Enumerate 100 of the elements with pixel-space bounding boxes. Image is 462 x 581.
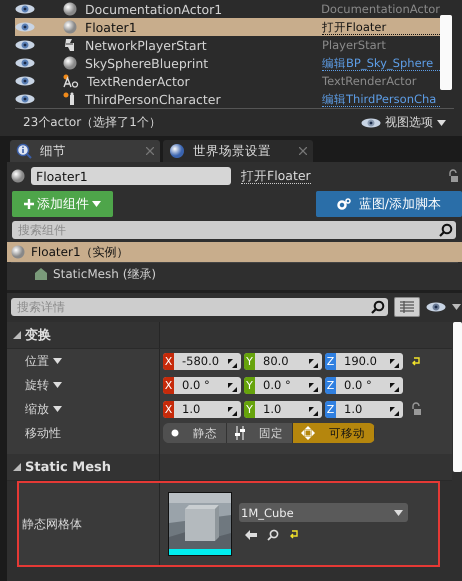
- house-icon: [35, 268, 47, 280]
- number-field[interactable]: Z 190.0: [325, 352, 403, 370]
- close-icon[interactable]: [146, 147, 154, 155]
- eye-icon[interactable]: [361, 118, 381, 128]
- drag-icon[interactable]: [390, 358, 399, 368]
- sphere-icon: [63, 2, 77, 16]
- search-icon[interactable]: [439, 223, 453, 237]
- drag-icon[interactable]: [309, 406, 318, 416]
- mobility-option[interactable]: 固定: [227, 423, 293, 443]
- info-icon: [16, 143, 32, 159]
- collapse-icon[interactable]: [13, 463, 21, 471]
- scrollbar[interactable]: [452, 322, 462, 472]
- search-icon[interactable]: [267, 529, 279, 541]
- actor-name: Floater1: [84, 20, 138, 34]
- component-row[interactable]: Floater1（实例）: [7, 242, 462, 262]
- axis-label: Z: [325, 400, 336, 418]
- plus-icon: [24, 199, 34, 209]
- open-link[interactable]: 打开Floater: [241, 168, 311, 184]
- component-search-field[interactable]: 搜索组件: [12, 221, 456, 239]
- outliner-row[interactable]: SkySphereBlueprint 编辑BP_Sky_Sphere: [15, 54, 440, 72]
- text-icon: [63, 74, 79, 88]
- actor-link[interactable]: 编辑ThirdPersonCha: [322, 92, 440, 106]
- property-label[interactable]: 位置: [25, 352, 62, 370]
- number-field[interactable]: X -580.0: [163, 352, 241, 370]
- drag-icon[interactable]: [228, 358, 237, 368]
- eye-icon[interactable]: [15, 4, 35, 14]
- outliner-row[interactable]: DocumentationActor1 DocumentationActor: [15, 0, 440, 18]
- caret-icon: [437, 120, 446, 126]
- actor-name: ThirdPersonCharacter: [84, 92, 222, 106]
- number-field[interactable]: Y 1.0: [244, 400, 322, 418]
- component-label: StaticMesh (继承): [53, 266, 156, 282]
- outliner-row[interactable]: Floater1 打开Floater: [15, 18, 440, 36]
- move-icon: [301, 426, 315, 440]
- actor-icon: [11, 169, 25, 183]
- close-icon[interactable]: [299, 147, 307, 155]
- eye-icon[interactable]: [15, 94, 35, 104]
- drag-icon[interactable]: [390, 382, 399, 392]
- caret-icon: [53, 358, 62, 364]
- number-field[interactable]: Z 0.0 °: [325, 376, 403, 394]
- panel-tab[interactable]: 细节: [10, 140, 160, 162]
- panel-tab[interactable]: 世界场景设置: [163, 140, 313, 162]
- arrow-icon[interactable]: [245, 530, 257, 540]
- mesh-dropdown[interactable]: 1M_Cube: [239, 503, 408, 522]
- eye-icon[interactable]: [15, 76, 35, 86]
- gears-icon: [336, 198, 351, 210]
- lock-icon[interactable]: [448, 169, 458, 183]
- actor-name: TextRenderActor: [86, 74, 191, 88]
- outliner-row[interactable]: TextRenderActor TextRenderActor: [15, 72, 440, 90]
- grid-icon: [400, 301, 414, 313]
- grid-view-button[interactable]: [394, 297, 420, 317]
- eye-icon[interactable]: [15, 58, 35, 68]
- actor-count: 23个actor（选择了1个）: [23, 114, 161, 131]
- component-row[interactable]: StaticMesh (继承): [11, 262, 458, 285]
- caret-icon: [53, 406, 62, 412]
- property-label[interactable]: 旋转: [25, 376, 62, 394]
- actor-type: DocumentationActor: [321, 2, 440, 16]
- number-field[interactable]: X 0.0 °: [163, 376, 241, 394]
- number-field[interactable]: Y 80.0: [244, 352, 322, 370]
- view-options-button[interactable]: 视图选项: [361, 114, 446, 131]
- axis-label: Y: [244, 352, 255, 370]
- property-label: 移动性: [25, 424, 61, 442]
- blueprint-button[interactable]: 蓝图/添加脚本: [316, 191, 462, 217]
- actor-name: NetworkPlayerStart: [84, 38, 208, 52]
- sphere-icon: [11, 245, 25, 259]
- eye-icon[interactable]: [15, 22, 35, 32]
- field-value: 1.0: [262, 401, 282, 418]
- actor-name-field[interactable]: Floater1: [31, 167, 231, 185]
- collapse-icon[interactable]: [13, 331, 21, 339]
- scrollbar[interactable]: [440, 15, 452, 90]
- search-icon[interactable]: [371, 300, 385, 314]
- caret-icon: [452, 304, 461, 310]
- axis-label: Y: [244, 400, 255, 418]
- reset-icon[interactable]: [411, 356, 421, 366]
- field-value: 1.0: [343, 401, 364, 418]
- mobility-option[interactable]: 静态: [163, 423, 227, 443]
- field-value: -580.0: [181, 353, 220, 370]
- outliner-row[interactable]: ThirdPersonCharacter 编辑ThirdPersonCha: [15, 90, 440, 108]
- reset-icon[interactable]: [289, 530, 299, 539]
- details-search-field[interactable]: 搜索详情: [11, 298, 388, 316]
- axis-label: Z: [325, 376, 336, 394]
- number-field[interactable]: Y 0.0 °: [244, 376, 322, 394]
- number-field[interactable]: Z 1.0: [325, 400, 403, 418]
- eye-icon[interactable]: [426, 302, 446, 312]
- actor-type: TextRenderActor: [322, 74, 418, 88]
- drag-icon[interactable]: [228, 382, 237, 392]
- drag-icon[interactable]: [309, 382, 318, 392]
- drag-icon[interactable]: [390, 406, 399, 416]
- outliner-row[interactable]: NetworkPlayerStart PlayerStart: [15, 36, 440, 54]
- actor-type: PlayerStart: [322, 38, 387, 52]
- mobility-option[interactable]: 可移动: [293, 423, 375, 443]
- number-field[interactable]: X 1.0: [163, 400, 241, 418]
- lock-icon[interactable]: [411, 402, 421, 416]
- axis-label: X: [163, 376, 174, 394]
- property-label[interactable]: 缩放: [25, 400, 62, 418]
- globe-icon: [169, 143, 185, 159]
- drag-icon[interactable]: [228, 406, 237, 416]
- eye-icon[interactable]: [15, 40, 35, 50]
- drag-icon[interactable]: [309, 358, 318, 368]
- property-label: 静态网格体: [22, 516, 82, 532]
- field-value: 0.0 °: [343, 377, 373, 394]
